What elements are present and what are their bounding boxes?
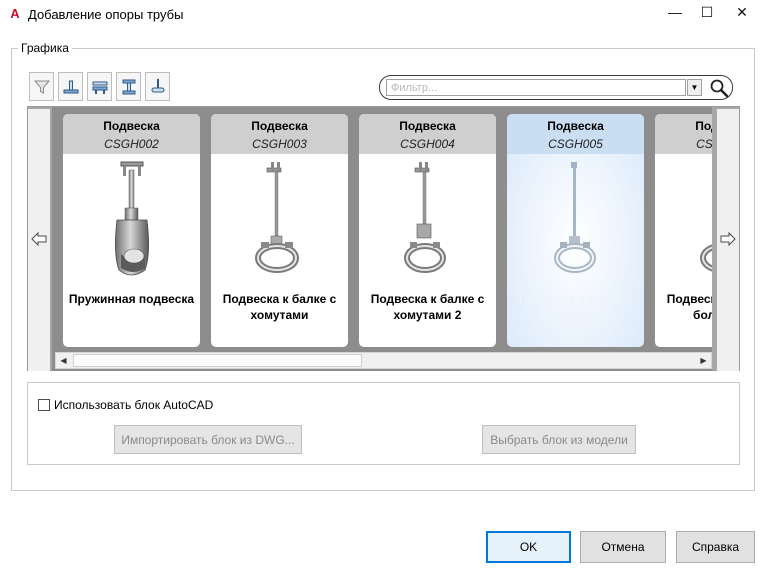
graphics-group-label: Графика	[18, 41, 72, 55]
ok-button[interactable]: OK	[486, 531, 571, 563]
close-button[interactable]: ✕	[725, 0, 759, 26]
card-category: Подвеска	[547, 119, 604, 133]
guide-support-button[interactable]	[87, 72, 112, 101]
shoe-support-button[interactable]	[58, 72, 83, 101]
beam-bolt-hanger-icon	[554, 162, 596, 273]
minimize-button[interactable]: —	[658, 0, 692, 26]
use-autocad-block-label[interactable]: Использовать блок AutoCAD	[54, 398, 213, 412]
card-code: CSGH005	[548, 137, 603, 151]
title-bar: A Добавление опоры трубы — ☐ ✕	[0, 0, 767, 29]
card-code: CSGH003	[252, 137, 307, 151]
help-button[interactable]: Справка	[676, 531, 755, 563]
card-name: Подвеска к балке с болтами	[518, 292, 633, 322]
card-code: CSGH004	[400, 137, 455, 151]
maximize-button[interactable]: ☐	[690, 0, 724, 26]
use-autocad-block-checkbox[interactable]	[38, 399, 50, 411]
spring-hanger-icon	[115, 161, 149, 276]
guide-support-icon	[92, 81, 108, 94]
i-beam-support-button[interactable]	[116, 72, 141, 101]
beam-bolt-hanger-2-icon	[700, 244, 712, 272]
card-name: Подвеска к балке с хомутами 2	[370, 292, 485, 322]
hanger-support-button[interactable]	[145, 72, 170, 101]
filter-input[interactable]	[386, 79, 686, 96]
card-code: CSGH002	[104, 137, 159, 151]
support-card-csgh003[interactable]: Подвеска CSGH003 Подвеска к балке с хому…	[211, 114, 348, 347]
beam-clamp-hanger-2-icon	[404, 162, 446, 273]
support-card-csgh004[interactable]: Подвеска CSGH004 Подвеска к балке с хому…	[359, 114, 496, 347]
carousel-right-button[interactable]	[717, 109, 739, 371]
card-name: Пружинная подвеска	[68, 292, 195, 306]
card-category: Подвеска	[399, 119, 456, 133]
filter-icon	[33, 80, 51, 94]
support-carousel: Подвеска CSGH002 Пружинная подвеска Подв…	[27, 106, 740, 371]
arrow-right-icon	[720, 231, 736, 247]
scroll-left-button[interactable]: ◀	[56, 353, 71, 368]
card-category: Подвеска	[695, 119, 712, 133]
beam-clamp-hanger-icon	[255, 162, 299, 273]
carousel-scrollbar[interactable]: ◀ ▶	[55, 352, 712, 369]
filter-toggle-button[interactable]	[29, 72, 54, 101]
magnifier-icon	[710, 79, 729, 98]
select-block-from-model-button[interactable]: Выбрать блок из модели	[482, 425, 636, 454]
scrollbar-thumb[interactable]	[73, 354, 362, 367]
card-code: CSGH006	[696, 137, 712, 151]
card-name: Подвеска к балке с хомутами	[222, 292, 337, 322]
cancel-button[interactable]: Отмена	[580, 531, 666, 563]
import-dwg-block-button[interactable]: Импортировать блок из DWG...	[114, 425, 302, 454]
support-card-csgh002[interactable]: Подвеска CSGH002 Пружинная подвеска	[63, 114, 200, 347]
scroll-right-button[interactable]: ▶	[696, 353, 711, 368]
arrow-left-icon	[31, 231, 47, 247]
carousel-viewport: Подвеска CSGH002 Пружинная подвеска Подв…	[52, 107, 712, 371]
filter-combobox: ▼	[379, 75, 733, 100]
card-name: Подвеска к балке с болтами 2	[666, 292, 712, 322]
support-card-csgh005[interactable]: Подвеска CSGH005 Подвеска к балке с болт…	[507, 114, 644, 347]
support-card-csgh006[interactable]: Подвеска CSGH006 Подвеска к балке с болт…	[655, 114, 712, 347]
carousel-left-button[interactable]	[28, 109, 50, 371]
card-category: Подвеска	[103, 119, 160, 133]
shoe-support-icon	[63, 80, 79, 94]
hanger-support-icon	[151, 79, 165, 93]
search-button[interactable]	[708, 77, 730, 99]
autocad-a-icon: A	[10, 6, 20, 21]
filter-dropdown-button[interactable]: ▼	[687, 79, 702, 96]
card-category: Подвеска	[251, 119, 308, 133]
window-title: Добавление опоры трубы	[28, 7, 184, 22]
i-beam-support-icon	[122, 79, 136, 95]
